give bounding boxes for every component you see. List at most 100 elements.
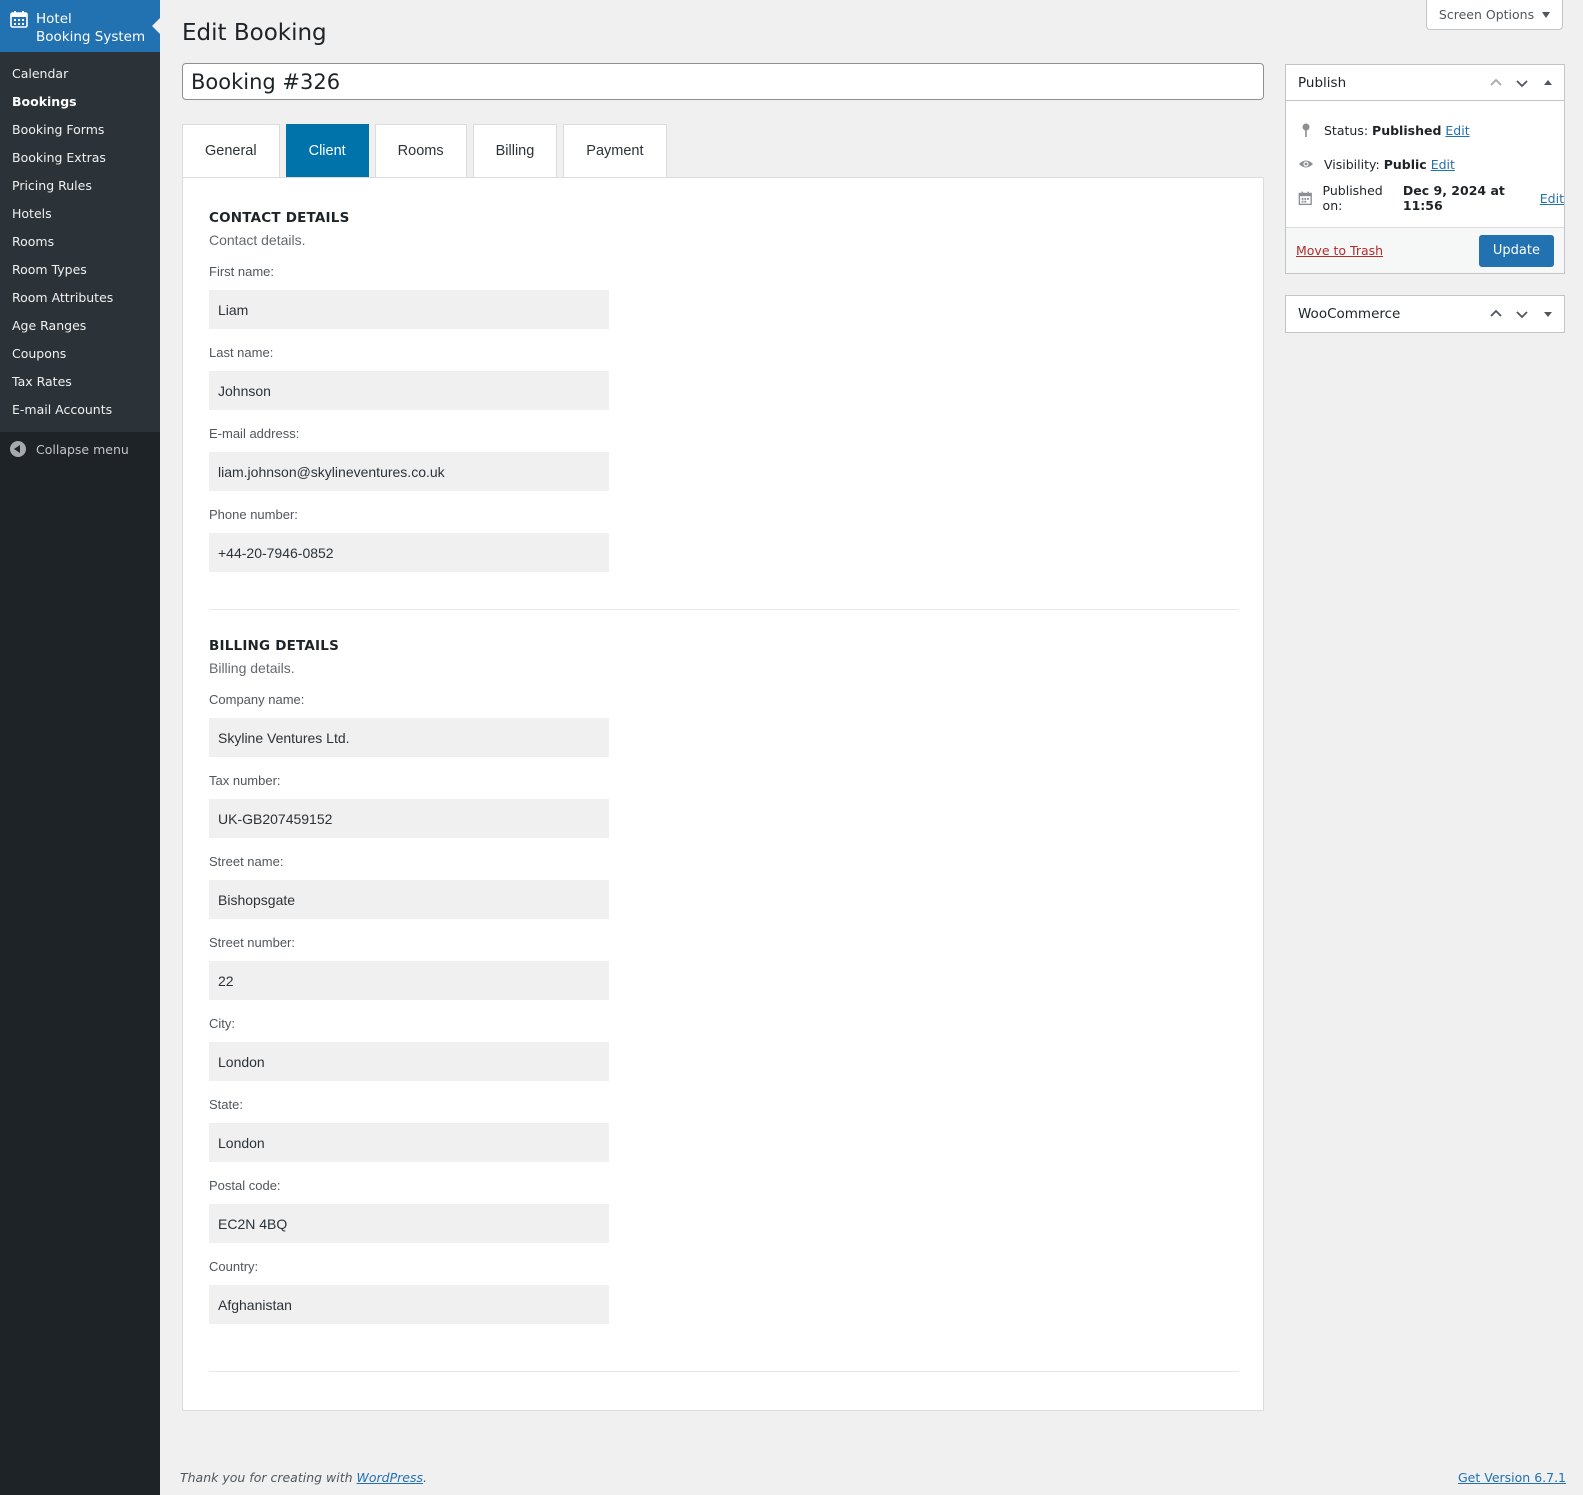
phone-field-group: Phone number: <box>209 507 1239 572</box>
brand-title-line2: Booking System <box>36 29 146 45</box>
collapse-arrow-icon <box>10 441 26 457</box>
city-input[interactable] <box>209 1042 609 1081</box>
sidebar-item-hotels[interactable]: Hotels <box>0 200 160 228</box>
calendar-icon <box>10 11 28 28</box>
client-tab-panel: CONTACT DETAILS Contact details. First n… <box>182 177 1264 1411</box>
move-down-icon[interactable] <box>1514 306 1530 322</box>
tax-number-field-group: Tax number: <box>209 773 1239 838</box>
street-name-label: Street name: <box>209 854 284 869</box>
sidebar-item-pricing-rules[interactable]: Pricing Rules <box>0 172 160 200</box>
section-divider <box>209 1371 1239 1372</box>
pin-icon <box>1302 123 1310 137</box>
company-name-label: Company name: <box>209 692 305 707</box>
sidebar-item-coupons[interactable]: Coupons <box>0 340 160 368</box>
company-name-field-group: Company name: <box>209 692 1239 757</box>
country-label: Country: <box>209 1259 259 1274</box>
sidebar-item-bookings[interactable]: Bookings <box>0 88 160 116</box>
last-name-field-group: Last name: <box>209 345 1239 410</box>
publish-box-body: Status: Published Edit Visibility: Publi… <box>1286 101 1564 215</box>
last-name-input[interactable] <box>209 371 609 410</box>
published-value: Dec 9, 2024 at 11:56 <box>1402 183 1505 213</box>
country-input[interactable] <box>209 1285 609 1324</box>
wordpress-link[interactable]: WordPress <box>357 1470 423 1485</box>
tax-number-label: Tax number: <box>209 773 281 788</box>
state-label: State: <box>209 1097 243 1112</box>
section-divider <box>209 609 1239 610</box>
publish-box: Publish Status: Published Edit Visibilit… <box>1285 64 1565 274</box>
email-field-group: E-mail address: <box>209 426 1239 491</box>
woocommerce-box-header[interactable]: WooCommerce <box>1286 296 1564 332</box>
sidebar-brand[interactable]: Hotel Booking System <box>0 0 160 52</box>
country-field-group: Country: <box>209 1259 1239 1324</box>
billing-details-desc: Billing details. <box>209 660 295 676</box>
sidebar-submenu: Calendar Bookings Booking Forms Booking … <box>0 52 160 432</box>
move-up-icon[interactable] <box>1488 75 1504 91</box>
street-number-field-group: Street number: <box>209 935 1239 1000</box>
tab-general[interactable]: General <box>182 124 280 177</box>
street-number-input[interactable] <box>209 961 609 1000</box>
footer-thanks-suffix: . <box>423 1470 427 1485</box>
email-input[interactable] <box>209 452 609 491</box>
move-up-icon[interactable] <box>1488 306 1504 322</box>
booking-tabs: General Client Rooms Billing Payment <box>182 124 673 177</box>
sidebar-item-room-types[interactable]: Room Types <box>0 256 160 284</box>
edit-visibility-link[interactable]: Edit <box>1431 157 1455 172</box>
sidebar-item-email-accounts[interactable]: E-mail Accounts <box>0 396 160 424</box>
billing-details-section: BILLING DETAILS Billing details. Company… <box>209 638 1239 1324</box>
page-title: Edit Booking <box>182 20 327 46</box>
phone-input[interactable] <box>209 533 609 572</box>
state-input[interactable] <box>209 1123 609 1162</box>
sidebar-item-booking-forms[interactable]: Booking Forms <box>0 116 160 144</box>
sidebar-item-room-attributes[interactable]: Room Attributes <box>0 284 160 312</box>
toggle-panel-icon[interactable] <box>1540 75 1556 91</box>
state-field-group: State: <box>209 1097 1239 1162</box>
postal-code-field-group: Postal code: <box>209 1178 1239 1243</box>
tab-billing[interactable]: Billing <box>472 124 558 177</box>
phone-label: Phone number: <box>209 507 298 522</box>
sidebar-item-booking-extras[interactable]: Booking Extras <box>0 144 160 172</box>
footer-thanks-text: Thank you for creating with <box>180 1470 357 1485</box>
contact-details-title: CONTACT DETAILS <box>209 210 350 226</box>
postal-code-label: Postal code: <box>209 1178 281 1193</box>
street-name-input[interactable] <box>209 880 609 919</box>
sidebar-item-rooms[interactable]: Rooms <box>0 228 160 256</box>
tab-rooms[interactable]: Rooms <box>374 124 467 177</box>
street-number-label: Street number: <box>209 935 295 950</box>
tab-payment[interactable]: Payment <box>563 124 667 177</box>
screen-options-button[interactable]: Screen Options <box>1426 0 1563 30</box>
get-version-link[interactable]: Get Version 6.7.1 <box>1458 1470 1566 1485</box>
city-label: City: <box>209 1016 235 1031</box>
calendar-icon <box>1298 191 1312 206</box>
woocommerce-box-title: WooCommerce <box>1298 306 1401 322</box>
city-field-group: City: <box>209 1016 1239 1081</box>
publish-box-title: Publish <box>1298 74 1347 91</box>
move-down-icon[interactable] <box>1514 75 1530 91</box>
move-to-trash-link[interactable]: Move to Trash <box>1296 243 1383 258</box>
toggle-panel-icon[interactable] <box>1540 306 1556 322</box>
admin-sidebar: Hotel Booking System Calendar Bookings B… <box>0 0 160 1495</box>
collapse-menu-button[interactable]: Collapse menu <box>0 432 160 466</box>
brand-title: Hotel Booking System <box>36 10 145 46</box>
sidebar-item-calendar[interactable]: Calendar <box>0 60 160 88</box>
status-value: Published <box>1372 122 1442 138</box>
sidebar-item-age-ranges[interactable]: Age Ranges <box>0 312 160 340</box>
tab-client[interactable]: Client <box>285 124 369 177</box>
publish-visibility-row: Visibility: Public Edit <box>1286 147 1564 181</box>
tax-number-input[interactable] <box>209 799 609 838</box>
post-title-input[interactable] <box>182 63 1264 100</box>
postal-code-input[interactable] <box>209 1204 609 1243</box>
first-name-field-group: First name: <box>209 264 1239 329</box>
edit-status-link[interactable]: Edit <box>1445 123 1469 138</box>
street-name-field-group: Street name: <box>209 854 1239 919</box>
woocommerce-box: WooCommerce <box>1285 295 1565 333</box>
status-label: Status: <box>1324 122 1369 138</box>
eye-icon <box>1299 160 1313 168</box>
edit-date-link[interactable]: Edit <box>1540 191 1564 206</box>
brand-title-line1: Hotel <box>36 11 72 27</box>
first-name-input[interactable] <box>209 290 609 329</box>
sidebar-item-tax-rates[interactable]: Tax Rates <box>0 368 160 396</box>
publish-date-row: Published on: Dec 9, 2024 at 11:56 Edit <box>1286 181 1564 215</box>
update-button[interactable]: Update <box>1478 234 1554 267</box>
company-name-input[interactable] <box>209 718 609 757</box>
visibility-value: Public <box>1383 156 1427 172</box>
